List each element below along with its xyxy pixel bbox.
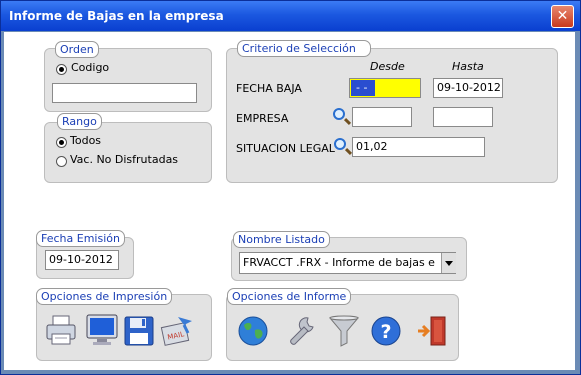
rango-option-todos[interactable]: Todos	[70, 134, 101, 147]
dropdown-arrow-icon[interactable]	[441, 253, 456, 273]
opciones-informe-legend: Opciones de Informe	[227, 288, 352, 305]
empresa-desde-input[interactable]	[352, 107, 412, 127]
nombre-listado-legend: Nombre Listado	[233, 231, 330, 248]
situacion-legal-input[interactable]: 01,02	[352, 137, 485, 157]
col-hasta-header: Hasta	[452, 60, 484, 73]
fecha-baja-label: FECHA BAJA	[236, 82, 302, 95]
close-icon: ✕	[556, 8, 569, 24]
situacion-search-icon[interactable]	[334, 138, 346, 150]
mail-icon[interactable]: MAIL	[158, 311, 194, 347]
client-area: Orden Codigo Rango Todos Vac. No Disfrut…	[4, 32, 575, 370]
rango-option-vac[interactable]: Vac. No Disfrutadas	[70, 153, 178, 166]
floppy-disk-icon[interactable]	[122, 314, 158, 350]
empresa-hasta-input[interactable]	[433, 107, 493, 127]
wrench-icon[interactable]	[284, 313, 320, 349]
window-title: Informe de Bajas en la empresa	[9, 9, 224, 23]
fecha-emision-legend: Fecha Emisión	[36, 230, 125, 247]
rango-radio-vac[interactable]	[56, 156, 67, 167]
nombre-listado-value: FRVACCT .FRX - Informe de bajas e	[243, 256, 435, 269]
fecha-emision-input[interactable]: 09-10-2012	[45, 250, 119, 270]
opciones-impresion-legend: Opciones de Impresión	[36, 288, 173, 305]
orden-option-label[interactable]: Codigo	[71, 61, 109, 74]
globe-icon[interactable]	[235, 313, 271, 349]
fecha-baja-desde-text: - -	[356, 81, 368, 94]
nombre-listado-select[interactable]: FRVACCT .FRX - Informe de bajas e	[239, 252, 456, 274]
orden-legend: Orden	[55, 41, 99, 58]
title-bar[interactable]: Informe de Bajas en la empresa ✕	[1, 1, 580, 31]
exit-door-icon[interactable]	[414, 313, 450, 349]
col-desde-header: Desde	[370, 60, 405, 73]
monitor-icon[interactable]	[84, 312, 120, 348]
help-icon[interactable]: ?	[368, 313, 404, 349]
printer-icon[interactable]	[44, 312, 80, 348]
criterio-legend: Criterio de Selección	[237, 40, 371, 57]
svg-text:?: ?	[380, 321, 391, 343]
close-button[interactable]: ✕	[551, 5, 574, 28]
empresa-search-icon[interactable]	[333, 108, 345, 120]
window: Informe de Bajas en la empresa ✕ Orden C…	[0, 0, 581, 375]
rango-radio-todos[interactable]	[56, 137, 67, 148]
situacion-legal-label: SITUACION LEGAL	[236, 142, 335, 155]
filter-icon[interactable]	[326, 313, 362, 349]
rango-legend: Rango	[57, 113, 102, 130]
orden-field[interactable]	[52, 83, 197, 103]
fecha-baja-hasta-input[interactable]: 09-10-2012	[433, 78, 503, 98]
empresa-label: EMPRESA	[236, 112, 289, 125]
orden-radio-codigo[interactable]	[56, 64, 67, 75]
